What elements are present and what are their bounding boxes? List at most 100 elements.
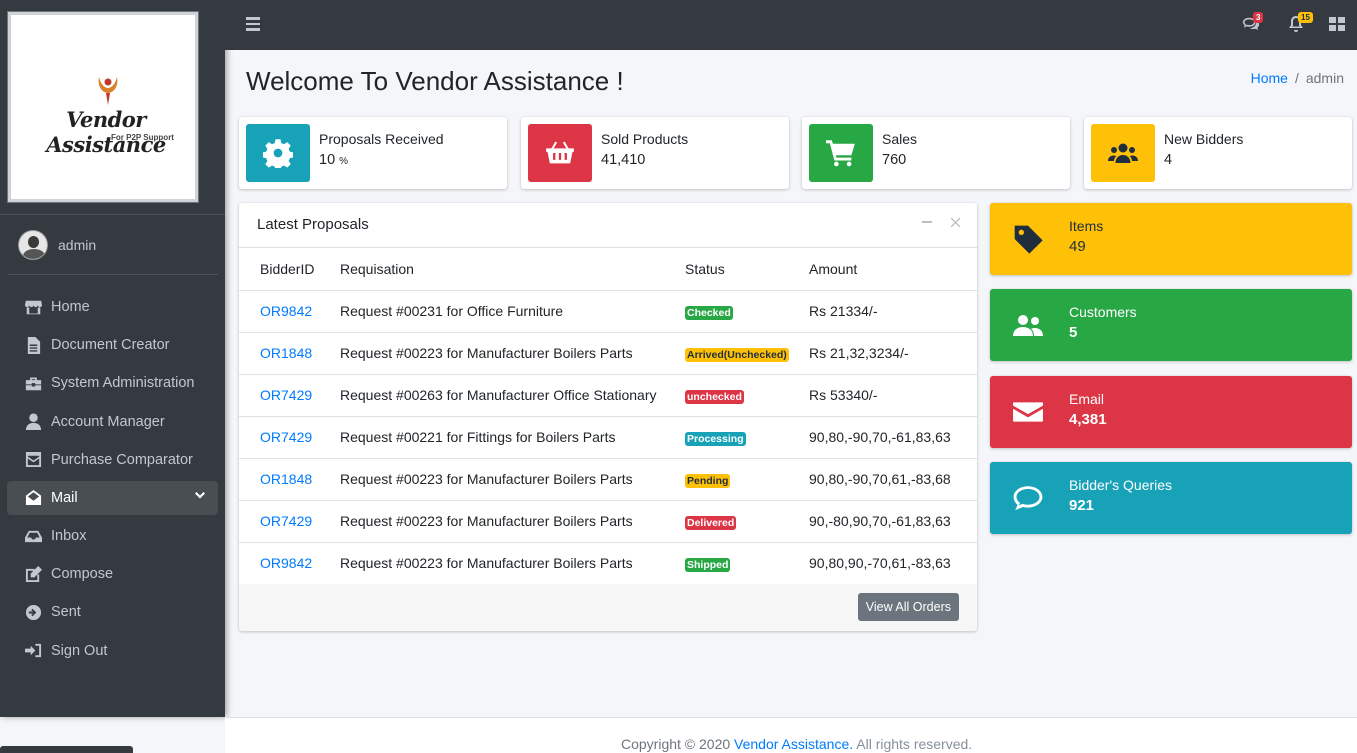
sidebar-item-document-creator[interactable]: Document Creator — [7, 326, 218, 364]
sidebar-item-sent[interactable]: Sent — [7, 593, 218, 631]
sidebar-item-label: Document Creator — [51, 337, 170, 354]
messages-button[interactable]: 3 — [1242, 12, 1264, 35]
small-box-bidders-queries[interactable]: Bidder's Queries 921 — [990, 462, 1352, 534]
breadcrumb-home-link[interactable]: Home — [1251, 70, 1288, 86]
amount-cell: 90,80,-90,70,61,-83,68 — [809, 458, 977, 501]
info-box-label: Sales — [882, 131, 918, 147]
proposals-table-body: OR9842 Request #00231 for Office Furnitur… — [239, 290, 977, 585]
requisation-cell: Request #00223 for Manufacturer Boilers … — [340, 458, 685, 501]
user-friends-icon — [1010, 307, 1046, 343]
amount-cell: Rs 21,32,3234/- — [809, 332, 977, 375]
info-box-unit: % — [339, 156, 349, 167]
page-title: Welcome To Vendor Assistance ! — [246, 66, 624, 96]
requisation-cell: Request #00223 for Manufacturer Boilers … — [340, 332, 685, 375]
status-cell: Pending — [685, 458, 809, 501]
amount-cell: 90,80,90,-70,61,-83,63 — [809, 542, 977, 585]
brand-subtitle: For P2P Support — [111, 133, 174, 142]
collapse-minus-icon[interactable] — [919, 214, 935, 234]
bidder-id-link[interactable]: OR7429 — [260, 429, 312, 445]
table-header-row: BidderID Requisation Status Amount — [239, 248, 977, 291]
sidebar-item-label: Sign Out — [51, 642, 108, 659]
chevron-down-icon[interactable] — [194, 490, 206, 506]
sidebar-item-purchase-comparator[interactable]: Purchase Comparator — [7, 441, 218, 479]
footer-brand-link[interactable]: Vendor Assistance. — [734, 736, 853, 752]
status-cell: Delivered — [685, 500, 809, 543]
table-row[interactable]: OR7429 Request #00223 for Manufacturer Bo… — [239, 500, 977, 543]
info-box-sold-products[interactable]: Sold Products 41,410 — [521, 117, 789, 189]
brand-logo[interactable]: Vendor Assistance For P2P Support — [7, 11, 199, 203]
small-box-items[interactable]: Items 49 — [990, 203, 1352, 275]
brand-title: Vendor Assistance — [46, 107, 166, 157]
breadcrumb: Home / admin — [1251, 70, 1344, 86]
table-row[interactable]: OR9842 Request #00223 for Manufacturer Bo… — [239, 542, 977, 585]
card-title: Latest Proposals — [257, 216, 369, 233]
status-badge: Checked — [685, 305, 733, 320]
view-all-orders-button[interactable]: View All Orders — [857, 593, 959, 621]
info-box-value: 4 — [1164, 152, 1173, 168]
small-box-customers[interactable]: Customers 5 — [990, 289, 1352, 361]
small-box-value: 5 — [1069, 324, 1078, 341]
requisation-cell: Request #00231 for Office Furniture — [340, 290, 685, 333]
table-row[interactable]: OR1848 Request #00223 for Manufacturer Bo… — [239, 332, 977, 375]
table-row[interactable]: OR9842 Request #00231 for Office Furnitur… — [239, 290, 977, 333]
amount-cell: 90,80,-90,70,-61,83,63 — [809, 416, 977, 459]
info-box-value: 10 % — [319, 152, 349, 168]
bidder-id-link[interactable]: OR9842 — [260, 555, 312, 571]
status-badge: Shipped — [685, 557, 731, 572]
status-cell: Arrived(Unchecked) — [685, 332, 809, 375]
latest-proposals-card: Latest Proposals BidderID Requisation St… — [239, 203, 977, 631]
hamburger-menu-icon[interactable] — [246, 17, 260, 31]
info-box-proposals-received[interactable]: Proposals Received 10 % — [239, 117, 507, 189]
breadcrumb-separator: / — [1294, 70, 1299, 86]
column-header-bidderid: BidderID — [239, 248, 340, 291]
status-badge: Processing — [685, 431, 746, 446]
envelope-square-icon — [23, 451, 43, 469]
sidebar-item-label: System Administration — [51, 375, 195, 392]
sidebar-item-compose[interactable]: Compose — [7, 555, 218, 593]
info-box-new-bidders[interactable]: New Bidders 4 — [1084, 117, 1352, 189]
bidder-id-link[interactable]: OR9842 — [260, 303, 312, 319]
sidebar-item-label: Purchase Comparator — [51, 451, 193, 468]
close-icon[interactable] — [947, 214, 963, 234]
tag-icon — [1010, 221, 1046, 257]
bidder-id-link[interactable]: OR7429 — [260, 387, 312, 403]
sidebar-bottom-edge — [0, 746, 133, 753]
messages-count-badge: 3 — [1253, 12, 1264, 23]
user-panel[interactable]: admin — [18, 230, 96, 260]
user-name[interactable]: admin — [58, 237, 96, 253]
bidder-id-link[interactable]: OR7429 — [260, 513, 312, 529]
table-row[interactable]: OR7429 Request #00221 for Fittings for Bo… — [239, 416, 977, 459]
bidder-id-link[interactable]: OR1848 — [260, 345, 312, 361]
table-row[interactable]: OR7429 Request #00263 for Manufacturer Of… — [239, 374, 977, 417]
logo-figure-icon — [98, 77, 118, 105]
bidder-id-cell: OR7429 — [239, 374, 340, 417]
edit-icon — [23, 565, 43, 583]
requisation-cell: Request #00223 for Manufacturer Boilers … — [340, 500, 685, 543]
info-box-sales[interactable]: Sales 760 — [802, 117, 1070, 189]
amount-cell: 90,-80,90,70,-61,83,63 — [809, 500, 977, 543]
info-box-value: 760 — [882, 152, 907, 168]
shopping-basket-icon — [528, 124, 592, 182]
sidebar-item-sign-out[interactable]: Sign Out — [7, 632, 218, 670]
sidebar-item-system-administration[interactable]: System Administration — [7, 364, 218, 402]
apps-button[interactable] — [1328, 15, 1348, 35]
table-row[interactable]: OR1848 Request #00223 for Manufacturer Bo… — [239, 458, 977, 501]
bidder-id-cell: OR9842 — [239, 290, 340, 333]
shopping-cart-icon — [809, 124, 873, 182]
bidder-id-link[interactable]: OR1848 — [260, 471, 312, 487]
user-icon — [23, 413, 43, 431]
status-badge: Pending — [685, 473, 731, 488]
bidder-id-cell: OR1848 — [239, 332, 340, 375]
sidebar-item-account-manager[interactable]: Account Manager — [7, 403, 218, 441]
card-footer: View All Orders — [239, 584, 977, 631]
info-box-label: New Bidders — [1164, 131, 1244, 147]
small-box-label: Items — [1069, 218, 1104, 234]
status-cell: Processing — [685, 416, 809, 459]
small-box-email[interactable]: Email 4,381 — [990, 376, 1352, 448]
sidebar-item-home[interactable]: Home — [7, 288, 218, 326]
avatar[interactable] — [18, 230, 48, 260]
sidebar-item-mail[interactable]: Mail — [7, 480, 218, 515]
column-header-status: Status — [685, 248, 809, 291]
sidebar-item-inbox[interactable]: Inbox — [7, 517, 218, 555]
notifications-button[interactable]: 15 — [1287, 12, 1313, 35]
